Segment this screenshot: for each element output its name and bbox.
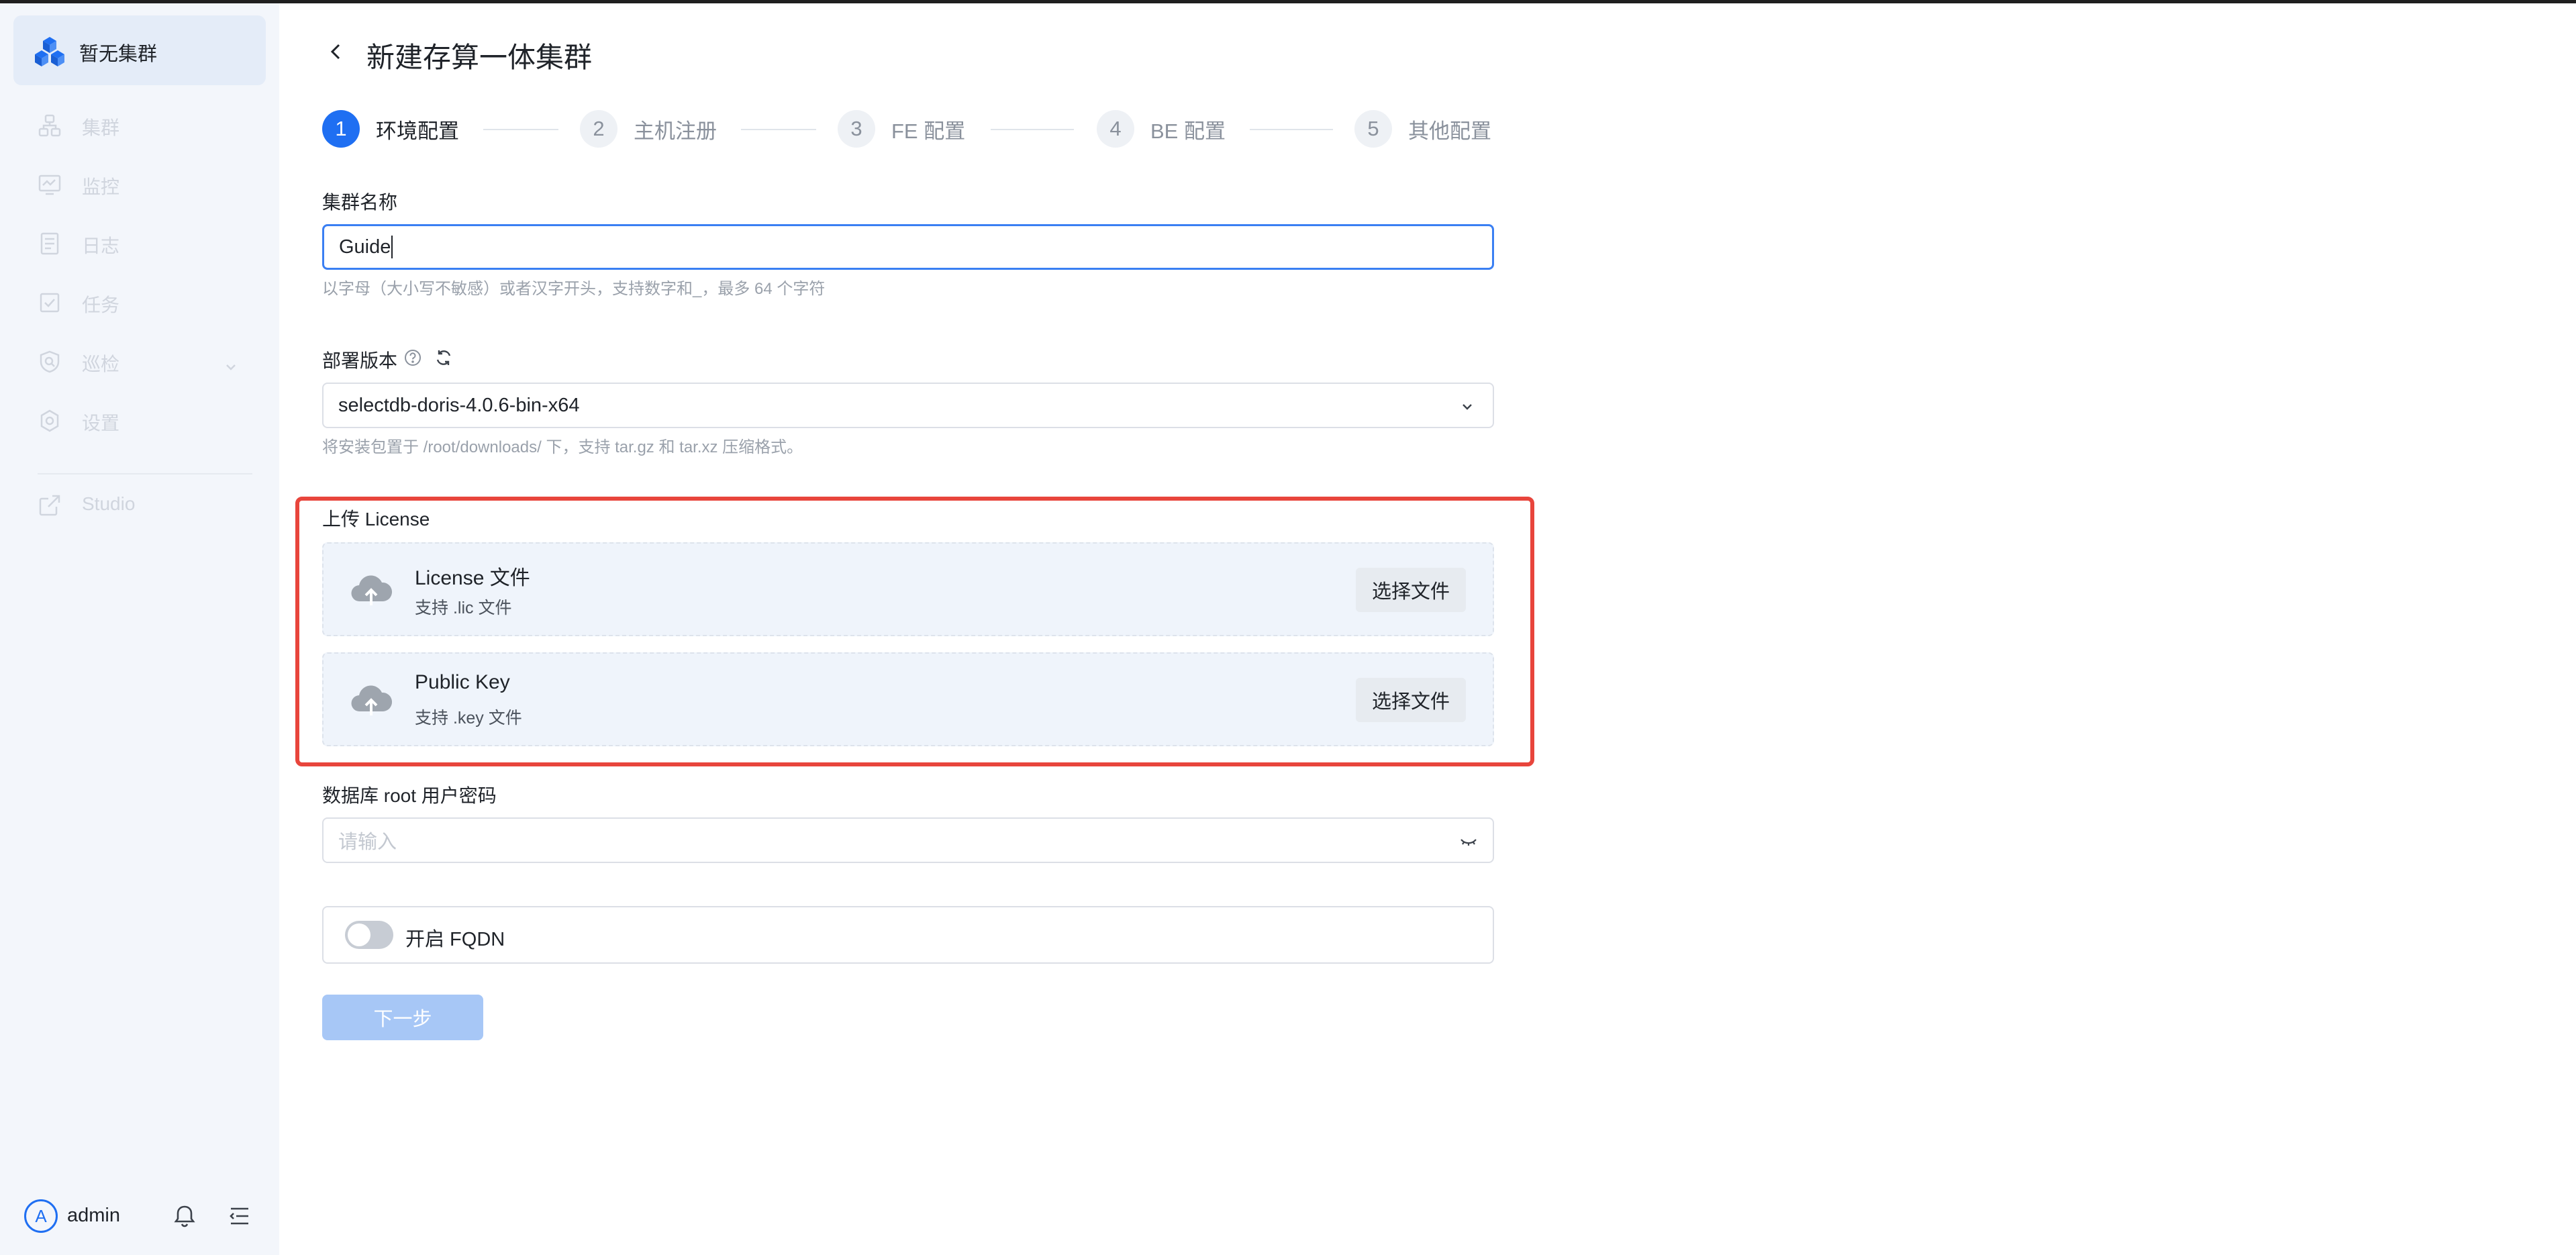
step-number: 3	[838, 110, 875, 148]
cube-logo-icon	[35, 37, 64, 66]
sidebar-item-inspect[interactable]: 巡检	[38, 348, 252, 375]
cloud-upload-icon	[351, 685, 393, 715]
sidebar-item-label: 任务	[82, 295, 120, 315]
step-other-config: 5 其他配置	[1354, 109, 1491, 149]
sidebar-item-label: 日志	[82, 236, 120, 256]
sidebar-divider	[38, 473, 252, 474]
eye-closed-icon[interactable]	[1459, 834, 1478, 850]
sidebar-footer: A admin	[0, 1191, 279, 1245]
password-input[interactable]: 请输入	[322, 817, 1494, 863]
step-be-config: 4 BE 配置	[1097, 109, 1226, 149]
license-file-choose-button[interactable]: 选择文件	[1356, 568, 1466, 612]
step-label: BE 配置	[1150, 119, 1226, 143]
step-connector	[1250, 129, 1333, 130]
fqdn-option: 开启 FQDN	[322, 906, 1494, 964]
chevron-down-icon	[1463, 404, 1472, 410]
sidebar-item-label: Studio	[82, 493, 136, 514]
username[interactable]: admin	[67, 1205, 120, 1227]
step-connector	[741, 129, 816, 130]
sidebar-item-label: 巡检	[82, 354, 120, 374]
step-connector	[991, 129, 1074, 130]
license-file-hint: 支持 .lic 文件	[415, 599, 512, 617]
version-select-value: selectdb-doris-4.0.6-bin-x64	[338, 394, 580, 416]
step-label: 其他配置	[1408, 119, 1491, 143]
license-label: 上传 License	[322, 509, 430, 530]
fqdn-label: 开启 FQDN	[405, 929, 505, 950]
cloud-upload-icon	[351, 575, 393, 605]
cluster-selector[interactable]: 暂无集群	[13, 15, 266, 85]
settings-icon	[40, 409, 59, 432]
external-link-icon	[39, 495, 60, 516]
public-key-upload[interactable]: Public Key 支持 .key 文件 选择文件	[322, 652, 1494, 746]
password-label: 数据库 root 用户密码	[322, 785, 497, 806]
step-label: 环境配置	[376, 119, 459, 143]
cluster-icon	[38, 114, 61, 137]
cluster-name-input[interactable]: Guide	[322, 224, 1494, 270]
inspect-icon	[40, 350, 60, 373]
cluster-selector-label: 暂无集群	[79, 44, 158, 65]
text-caret	[391, 236, 393, 258]
bell-icon[interactable]	[172, 1203, 197, 1229]
cluster-name-label: 集群名称	[322, 192, 398, 213]
task-icon	[40, 293, 60, 313]
log-icon	[40, 232, 59, 255]
sidebar-item-label: 集群	[82, 117, 120, 138]
cluster-name-hint: 以字母（大小写不敏感）或者汉字开头，支持数字和_，最多 64 个字符	[322, 280, 826, 298]
step-environment-config: 1 环境配置	[322, 109, 459, 149]
collapse-menu-icon[interactable]	[227, 1203, 252, 1229]
step-fe-config: 3 FE 配置	[838, 109, 965, 149]
fqdn-toggle[interactable]	[345, 921, 393, 949]
window-top-edge	[0, 0, 2576, 3]
version-hint: 将安装包置于 /root/downloads/ 下，支持 tar.gz 和 ta…	[322, 438, 803, 456]
sidebar-item-label: 设置	[82, 413, 120, 434]
license-file-upload[interactable]: License 文件 支持 .lic 文件 选择文件	[322, 542, 1494, 636]
back-arrow-icon[interactable]	[325, 40, 348, 63]
version-label: 部署版本	[322, 350, 398, 371]
cluster-name-value: Guide	[339, 236, 391, 258]
step-label: 主机注册	[634, 119, 717, 143]
monitor-icon	[38, 174, 61, 195]
help-circle-icon[interactable]	[403, 348, 423, 368]
public-key-choose-button[interactable]: 选择文件	[1356, 678, 1466, 722]
step-number: 2	[580, 110, 617, 148]
sidebar-item-label: 监控	[82, 177, 120, 197]
refresh-icon[interactable]	[434, 348, 454, 368]
step-number: 5	[1354, 110, 1392, 148]
page-title: 新建存算一体集群	[366, 42, 593, 73]
avatar[interactable]: A	[24, 1199, 58, 1233]
step-host-register: 2 主机注册	[580, 109, 717, 149]
step-number: 1	[322, 110, 360, 148]
license-file-title: License 文件	[415, 567, 530, 589]
step-connector	[483, 129, 558, 130]
public-key-title: Public Key	[415, 671, 510, 693]
step-label: FE 配置	[891, 119, 966, 143]
toggle-knob	[348, 923, 370, 946]
next-step-button[interactable]: 下一步	[322, 995, 483, 1040]
version-select[interactable]: selectdb-doris-4.0.6-bin-x64	[322, 383, 1494, 428]
chevron-down-icon	[226, 364, 236, 370]
password-placeholder: 请输入	[338, 832, 397, 853]
sidebar: 暂无集群 集群 监控 日志 任务 巡检 设置 Studio A admin	[0, 3, 279, 1255]
step-number: 4	[1097, 110, 1134, 148]
public-key-hint: 支持 .key 文件	[415, 709, 522, 727]
